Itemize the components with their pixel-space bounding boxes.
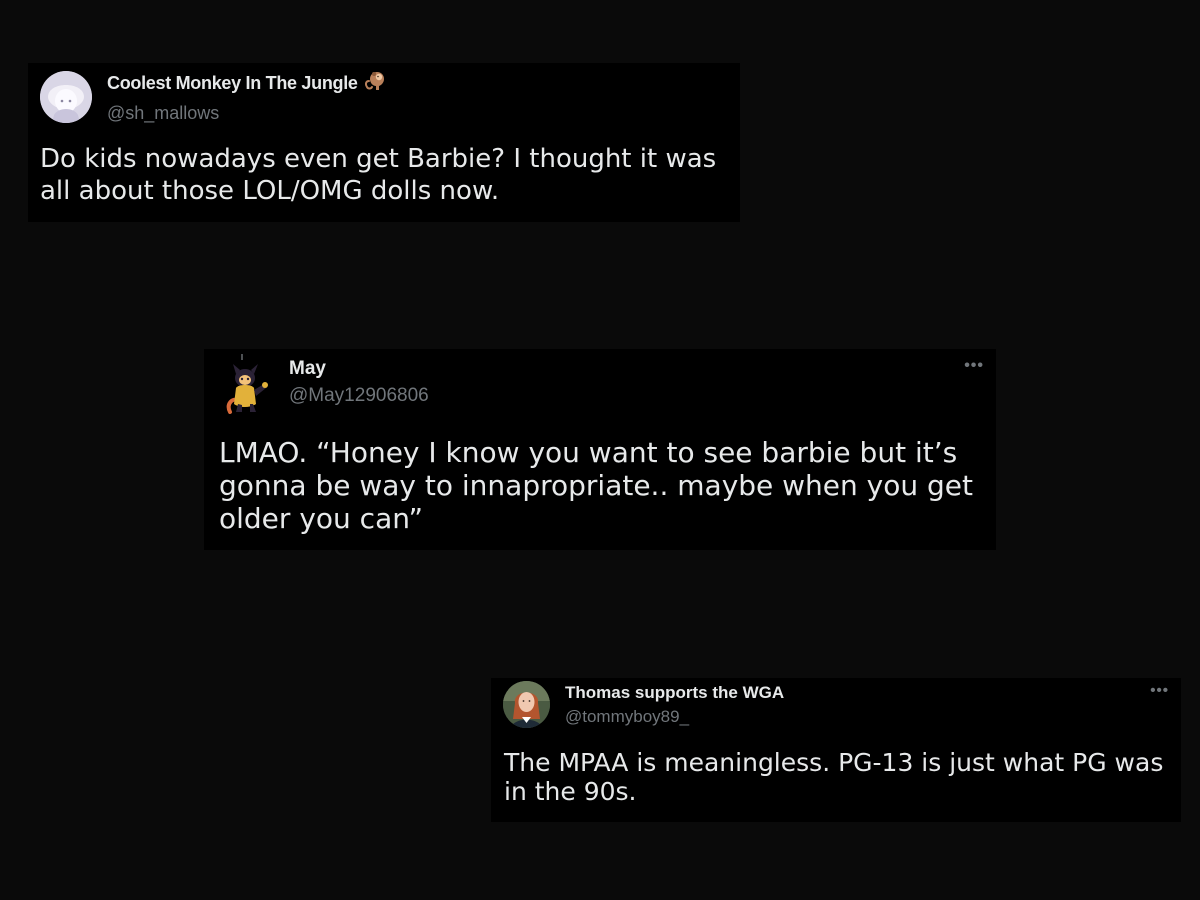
display-name-text[interactable]: Thomas supports the WGA [565, 683, 784, 703]
tweet-text: The MPAA is meaningless. PG-13 is just w… [504, 748, 1164, 806]
handle[interactable]: @May12906806 [289, 385, 429, 407]
tweet-header: Thomas supports the WGA @tommyboy89_ [503, 681, 784, 728]
avatar[interactable] [503, 681, 550, 728]
tweet-card[interactable]: Thomas supports the WGA @tommyboy89_ •••… [491, 678, 1181, 822]
avatar-image [503, 681, 550, 728]
tweet-header: Coolest Monkey In The Jungle @sh_mallows [40, 69, 387, 124]
handle[interactable]: @tommyboy89_ [565, 707, 784, 727]
avatar-image [40, 70, 92, 123]
display-name[interactable]: Thomas supports the WGA [565, 683, 784, 703]
tweet-header: May @May12906806 [220, 354, 429, 414]
tweet-card[interactable]: Coolest Monkey In The Jungle @sh_mallows… [28, 63, 740, 222]
monkey-icon [363, 69, 387, 98]
avatar[interactable] [40, 70, 92, 123]
author-info: Thomas supports the WGA @tommyboy89_ [565, 683, 784, 727]
author-info: Coolest Monkey In The Jungle @sh_mallows [107, 69, 387, 124]
tweet-text: LMAO. “Honey I know you want to see barb… [219, 436, 974, 535]
avatar-image [226, 354, 268, 414]
author-info: May @May12906806 [289, 358, 429, 407]
display-name-text[interactable]: Coolest Monkey In The Jungle [107, 73, 358, 94]
handle[interactable]: @sh_mallows [107, 103, 387, 124]
avatar[interactable] [220, 354, 272, 414]
display-name-text[interactable]: May [289, 358, 326, 380]
tweet-card[interactable]: May @May12906806 ••• LMAO. “Honey I know… [204, 349, 996, 550]
tweet-text: Do kids nowadays even get Barbie? I thou… [40, 144, 717, 206]
more-options-icon[interactable]: ••• [964, 357, 984, 375]
display-name[interactable]: May [289, 358, 429, 380]
display-name[interactable]: Coolest Monkey In The Jungle [107, 69, 387, 98]
more-options-icon[interactable]: ••• [1150, 682, 1169, 699]
